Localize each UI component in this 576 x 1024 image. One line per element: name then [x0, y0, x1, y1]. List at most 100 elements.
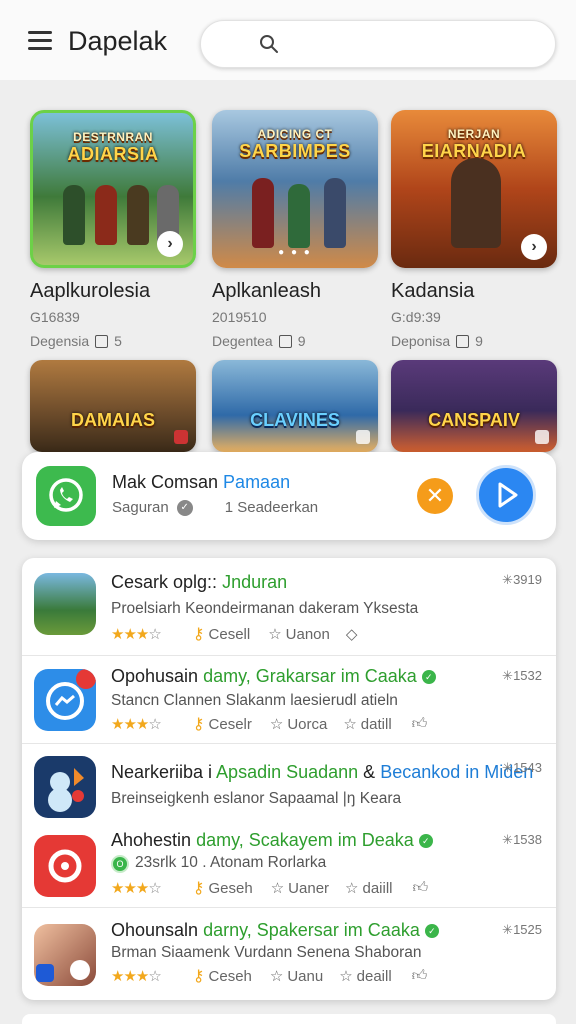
game-thumbnail[interactable]: DESTRNRAN ADIARSIA ›: [30, 110, 196, 268]
messenger-icon: [34, 669, 96, 731]
thumbnail-title: CLAVINES: [250, 410, 340, 430]
featured-card-1[interactable]: DESTRNRAN ADIARSIA › Aaplkurolesia G16839…: [30, 110, 196, 349]
shield-icon: ✓: [176, 499, 193, 516]
item-count: ✳1538: [502, 832, 542, 847]
app-list: Cesark oplg:: Jnduran Proelsiarh Keondei…: [22, 558, 556, 1000]
game-name: Kadansia: [391, 280, 475, 302]
item-count: ✳1532: [502, 668, 542, 683]
game-code: G:d9:39: [391, 309, 441, 325]
game-thumbnail-row2-3[interactable]: CANSPAIV: [391, 360, 557, 452]
item-meta: ★★★☆ ⚷ Geseh ☆ Uaner ☆ daiill 👍︎: [111, 879, 429, 897]
item-description: Proelsiarh Keondeirmanan dakeram Yksesta: [111, 600, 419, 617]
key-icon: ⚷: [192, 626, 205, 643]
game-thumbnail-row2-1[interactable]: DAMAIAS: [30, 360, 196, 452]
item-meta: ★★★☆ ⚷ Cesell ☆ Uanon ◇: [111, 625, 358, 644]
featured-card-3[interactable]: NERJAN EIARNADIA › Kadansia G:d9:39 Depon…: [391, 110, 557, 349]
search-icon: [260, 35, 278, 53]
play-button[interactable]: [476, 465, 536, 525]
star-outline-icon: ☆: [345, 880, 359, 897]
app-title: Dapelak: [68, 26, 168, 56]
status-badge: O: [111, 855, 129, 873]
item-count: ✳3919: [502, 572, 542, 587]
game-code: 2019510: [212, 309, 267, 325]
notification-title: Mak Comsan Pamaan: [112, 472, 291, 492]
app-icon: [34, 924, 96, 986]
hamburger-menu-icon[interactable]: [28, 31, 52, 50]
rating-stars: ★★★☆: [111, 716, 162, 733]
square-icon: [456, 334, 470, 348]
game-meta: Deponisa 9: [391, 333, 483, 349]
verified-icon: ✓: [421, 670, 436, 685]
verified-icon: ✓: [424, 924, 439, 939]
game-meta: Degensia 5: [30, 333, 122, 349]
thumbs-up-icon[interactable]: 👍︎: [412, 715, 428, 733]
list-item[interactable]: Ohounsaln darny, Spakersar im Caaka ✓ Br…: [22, 908, 556, 1000]
star-outline-icon: ☆: [343, 716, 357, 733]
tag-icon: ◇: [345, 626, 358, 643]
star-outline-icon: ☆: [270, 880, 285, 897]
game-thumbnail-row2-2[interactable]: CLAVINES: [212, 360, 378, 452]
item-title: Cesark oplg:: Jnduran: [111, 572, 288, 592]
badge-icon: [535, 430, 549, 444]
item-title: Opohusain damy, Grakarsar im Caaka ✓: [111, 666, 436, 687]
notification-subtitle: Saguran ✓ 1 Seadeerkan: [112, 499, 319, 516]
rating-stars: ★★★☆: [111, 880, 162, 897]
notification-card[interactable]: Mak Comsan Pamaan Saguran ✓ 1 Seadeerkan…: [22, 452, 556, 540]
chevron-right-icon[interactable]: ›: [521, 234, 547, 260]
thumbnail-title: DESTRNRAN ADIARSIA: [67, 130, 159, 164]
rating-stars: ★★★☆: [111, 968, 162, 985]
featured-card-2[interactable]: ADICING CT SARBIMPES ● ● ● Aplkanleash 20…: [212, 110, 378, 349]
thumbnail-title: ADICING CT SARBIMPES: [239, 127, 351, 161]
chevron-right-icon[interactable]: ›: [157, 231, 183, 257]
search-input[interactable]: [289, 31, 539, 59]
next-section-edge: [22, 1014, 556, 1024]
square-icon: [278, 334, 292, 348]
item-description: Stancn Clannen Slakanm laesierudl atieln: [111, 692, 398, 709]
key-icon: ⚷: [192, 716, 205, 733]
rating-stars: ★★★☆: [111, 626, 162, 643]
key-icon: ⚷: [192, 880, 205, 897]
star-outline-icon: ☆: [269, 716, 284, 733]
star-outline-icon: ☆: [268, 626, 282, 643]
chat-app-icon: [36, 466, 96, 526]
app-icon: [34, 835, 96, 897]
list-item[interactable]: Cesark oplg:: Jnduran Proelsiarh Keondei…: [22, 558, 556, 656]
game-thumbnail[interactable]: ADICING CT SARBIMPES ● ● ●: [212, 110, 378, 268]
thumbs-up-icon[interactable]: 👍︎: [412, 967, 428, 985]
item-description: O 23srlk 10 . Atonam Rorlarka: [111, 854, 326, 873]
key-icon: ⚷: [192, 968, 205, 985]
list-item[interactable]: Opohusain damy, Grakarsar im Caaka ✓ Sta…: [22, 656, 556, 744]
thumbs-up-icon[interactable]: 👍︎: [413, 879, 429, 897]
game-name: Aaplkurolesia: [30, 280, 151, 302]
search-bar[interactable]: [200, 20, 556, 68]
verified-icon: ✓: [418, 834, 433, 849]
item-count: ✳1525: [502, 922, 542, 937]
game-meta: Degentea 9: [212, 333, 306, 349]
thumbnail-title: DAMAIAS: [71, 410, 155, 430]
thumbnail-title: CANSPAIV: [428, 410, 520, 430]
badge-icon: [356, 430, 370, 444]
game-code: G16839: [30, 309, 80, 325]
list-item[interactable]: Nearkeriiba i Apsadin Suadann & Becankod…: [22, 744, 556, 820]
list-item[interactable]: Ahohestin damy, Scakayem im Deaka ✓ O 23s…: [22, 820, 556, 908]
item-description: Brman Siaamenk Vurdann Senena Shaboran: [111, 944, 422, 961]
close-icon[interactable]: ✕: [417, 478, 453, 514]
item-description: Breinseigkenh eslanor Sapaamal |ŋ Keara: [111, 790, 402, 807]
star-outline-icon: ☆: [269, 968, 284, 985]
item-title: Ahohestin damy, Scakayem im Deaka ✓: [111, 830, 433, 851]
app-icon: [34, 756, 96, 818]
top-app-bar: Dapelak: [0, 0, 576, 80]
item-title: Ohounsaln darny, Spakersar im Caaka ✓: [111, 920, 439, 941]
thumbnail-title: NERJAN EIARNADIA: [421, 127, 527, 161]
item-title: Nearkeriiba i Apsadin Suadann & Becankod…: [111, 762, 534, 782]
play-icon: [498, 482, 518, 508]
star-outline-icon: ☆: [339, 968, 353, 985]
game-thumbnail[interactable]: NERJAN EIARNADIA ›: [391, 110, 557, 268]
item-meta: ★★★☆ ⚷ Ceselr ☆ Uorca ☆ datill 👍︎: [111, 715, 428, 733]
square-icon: [95, 334, 109, 348]
item-meta: ★★★☆ ⚷ Ceseh ☆ Uanu ☆ deaill 👍︎: [111, 967, 428, 985]
badge-icon: [174, 430, 188, 444]
game-name: Aplkanleash: [212, 280, 321, 302]
app-icon: [34, 573, 96, 635]
item-count: ✳1543: [502, 760, 542, 775]
